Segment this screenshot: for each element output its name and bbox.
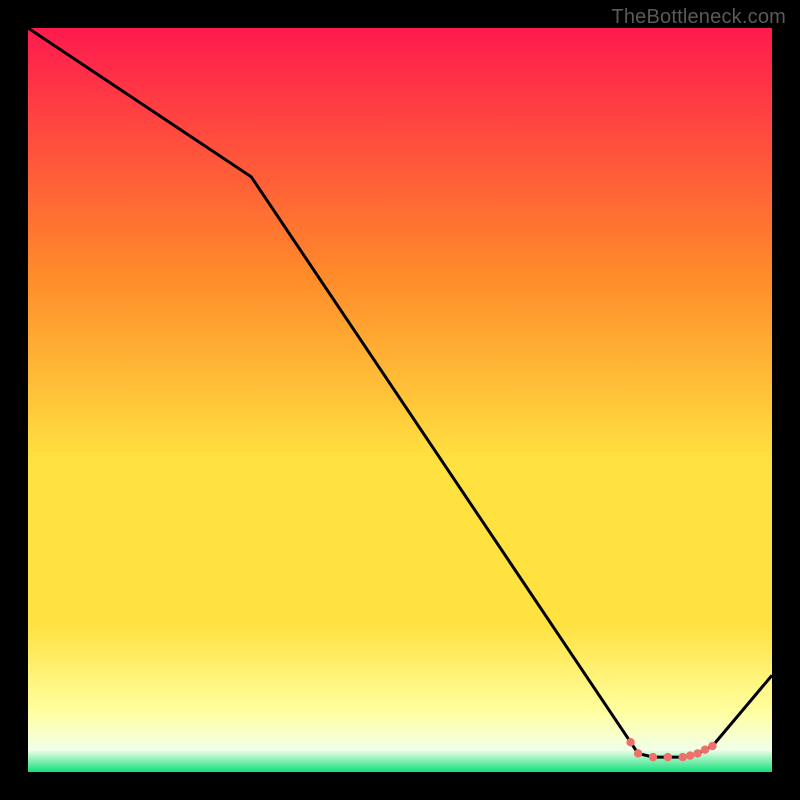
flat-dot bbox=[634, 749, 642, 757]
flat-dot bbox=[649, 753, 657, 761]
flat-dot bbox=[693, 749, 701, 757]
flat-dot bbox=[664, 753, 672, 761]
plot-area bbox=[28, 28, 772, 772]
flat-dot bbox=[701, 746, 709, 754]
flat-dot bbox=[686, 751, 694, 759]
flat-dot bbox=[708, 742, 716, 750]
flat-dot bbox=[679, 753, 687, 761]
flat-dot bbox=[626, 738, 634, 746]
attribution-label: TheBottleneck.com bbox=[611, 6, 786, 29]
chart-svg bbox=[28, 28, 772, 772]
chart-container: TheBottleneck.com bbox=[0, 0, 800, 800]
